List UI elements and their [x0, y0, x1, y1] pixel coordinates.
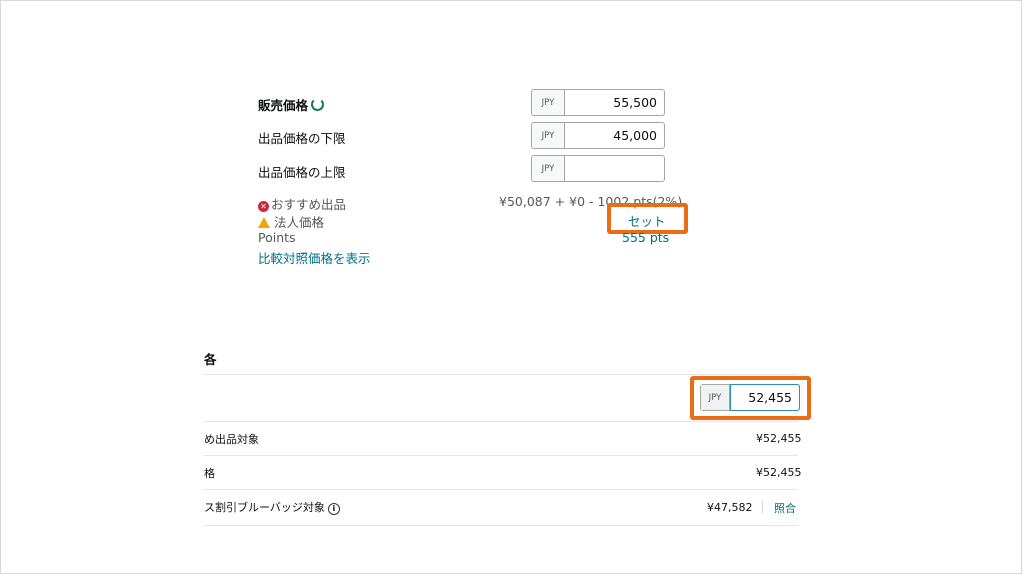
business-price-row: 法人価格 — [258, 212, 324, 231]
error-icon: ✕ — [258, 201, 269, 212]
max-price-label: 出品価格の上限 — [258, 165, 346, 180]
recommended-listing-row: ✕ おすすめ出品 — [258, 194, 346, 213]
divider — [204, 455, 798, 456]
min-price-value[interactable]: 45,000 — [565, 123, 664, 148]
currency-label: JPY — [532, 156, 565, 181]
set-business-price-link[interactable]: セット — [628, 211, 666, 230]
row-value: ¥52,455 — [756, 466, 802, 479]
sale-price-label: 販売価格 — [258, 95, 325, 114]
currency-label: JPY — [532, 123, 565, 148]
row-value: ¥52,455 — [756, 432, 802, 445]
info-icon[interactable]: i — [327, 503, 340, 515]
min-price-label: 出品価格の下限 — [258, 131, 346, 146]
show-compare-price-link[interactable]: 比較対照価格を表示 — [258, 248, 371, 267]
row-label: 格 — [204, 467, 215, 480]
price-input-value[interactable]: 52,455 — [730, 384, 800, 411]
recommended-label: おすすめ出品 — [271, 197, 347, 212]
row-label: め出品対象 — [204, 433, 259, 446]
currency-label: JPY — [532, 90, 565, 115]
row-label-blue-badge: ス割引ブルーバッジ対象 i — [204, 499, 340, 515]
max-price-value[interactable] — [565, 156, 664, 181]
sale-price-label-text: 販売価格 — [258, 98, 309, 113]
section-heading: 各 — [204, 352, 217, 367]
max-price-input[interactable]: JPY — [531, 155, 665, 182]
divider — [204, 421, 798, 422]
points-label: Points — [258, 230, 296, 245]
min-price-input[interactable]: JPY 45,000 — [531, 122, 665, 149]
refresh-icon[interactable] — [311, 98, 325, 111]
currency-label: JPY — [701, 385, 730, 410]
separator — [762, 501, 763, 513]
sale-price-input[interactable]: JPY 55,500 — [531, 89, 665, 116]
row-value: ¥47,582 — [707, 501, 753, 514]
divider — [204, 525, 798, 526]
page-frame — [0, 0, 1022, 574]
business-price-label: 法人価格 — [274, 215, 325, 230]
points-value: 555 pts — [622, 230, 670, 245]
match-link[interactable]: 照合 — [774, 500, 796, 516]
warning-icon — [258, 217, 270, 228]
price-input[interactable]: JPY 52,455 — [700, 384, 800, 411]
divider — [204, 489, 798, 490]
divider — [204, 374, 798, 375]
sale-price-value[interactable]: 55,500 — [565, 90, 664, 115]
row-label-text: ス割引ブルーバッジ対象 — [204, 501, 325, 514]
